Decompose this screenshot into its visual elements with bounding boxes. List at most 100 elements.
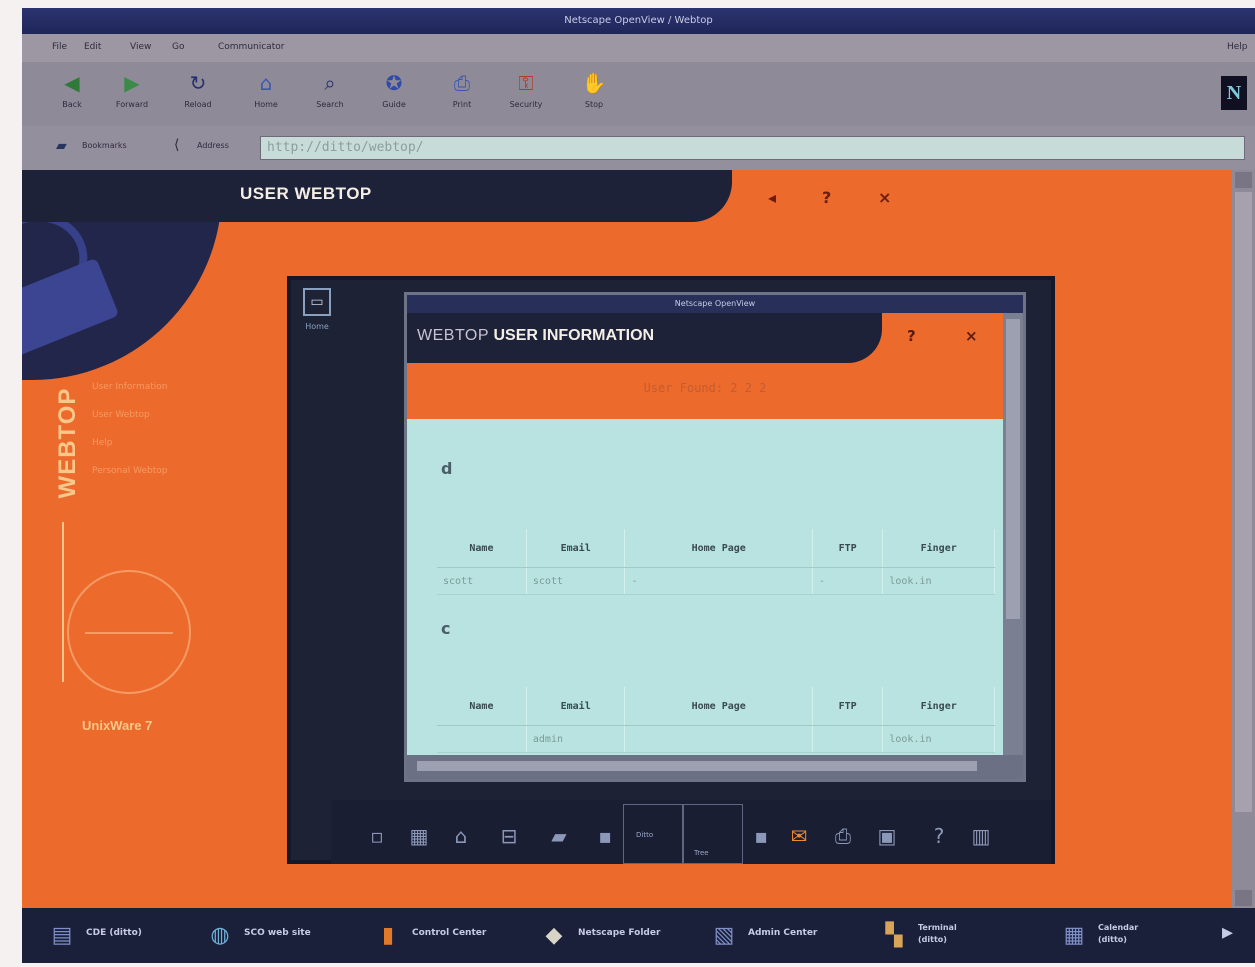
task-cde[interactable]: ▤ CDE (ditto) (46, 918, 196, 956)
window-icon[interactable]: ▫ (361, 820, 393, 852)
page-scrollbar[interactable] (1232, 170, 1255, 908)
admin-icon: ▧ (713, 923, 735, 948)
side-link-help[interactable]: Help (92, 438, 113, 448)
side-title: WEBTOP (54, 387, 81, 499)
window-title-bar[interactable]: Netscape OpenView (407, 295, 1023, 313)
folder-icon[interactable]: ▰ (543, 820, 575, 852)
lock-icon[interactable]: ▪ (589, 820, 621, 852)
home-button[interactable]: ⌂ Home (238, 70, 294, 130)
print-icon: ⎙ (454, 71, 470, 95)
bookmark-icon[interactable]: ▰ (56, 138, 74, 156)
lock-icon[interactable]: ▪ (745, 820, 777, 852)
window-vertical-scrollbar[interactable] (1003, 313, 1023, 755)
calendar-icon[interactable]: ▦ (403, 820, 435, 852)
menu-communicator[interactable]: Communicator (218, 42, 284, 52)
window-heading: WEBTOP USER INFORMATION (417, 327, 654, 345)
nav-toolbar: ◀ Back ▶ Forward ↻ Reload ⌂ Home ⌕ Searc… (22, 62, 1255, 134)
security-label: Security (509, 100, 543, 109)
col-ftp: FTP (812, 529, 884, 568)
side-link-user-information[interactable]: User Information (92, 382, 167, 392)
cell-finger[interactable]: look.in (882, 567, 995, 595)
side-divider (62, 522, 64, 682)
cell-ftp (812, 725, 884, 753)
cell-home-page: - (624, 567, 813, 595)
stop-icon: ✋ (581, 71, 607, 95)
table-row[interactable]: scott scott - - look.in (437, 567, 995, 595)
stop-label: Stop (584, 100, 604, 109)
menu-file[interactable]: File (52, 42, 67, 52)
reload-label: Reload (184, 100, 212, 109)
task-label: Calendar (ditto) (1098, 923, 1139, 944)
page-title: USER WEBTOP (240, 184, 372, 203)
window-header: WEBTOP USER INFORMATION ? × (407, 313, 1023, 363)
home-icon: ⌂ (259, 71, 273, 95)
menu-edit[interactable]: Edit (84, 42, 101, 52)
scroll-thumb[interactable] (1235, 192, 1252, 812)
guide-button[interactable]: ✪ Guide (366, 70, 422, 130)
search-label: Search (316, 100, 344, 109)
user-table: Name Email Home Page FTP Finger admin lo… (437, 687, 995, 753)
menu-view[interactable]: View (130, 42, 151, 52)
workspace-label: Ditto (636, 831, 654, 839)
heading-main: USER INFORMATION (493, 327, 655, 344)
help-icon[interactable]: ? (822, 188, 831, 207)
address-label: Address (197, 141, 229, 150)
search-button[interactable]: ⌕ Search (302, 70, 358, 130)
cell-name (437, 725, 527, 753)
location-icon: ⟨ (174, 137, 180, 153)
user-count-text: User Found: 2 2 2 (643, 381, 767, 395)
task-sco[interactable]: ◍ SCO web site (204, 918, 354, 956)
scroll-thumb[interactable] (1006, 319, 1020, 619)
scroll-up-icon[interactable] (1235, 172, 1252, 188)
security-button[interactable]: ⚿ Security (498, 70, 554, 130)
cell-ftp: - (812, 567, 884, 595)
inner-desktop: ▭ Home Netscape OpenView WEBTOP USER INF… (287, 276, 1055, 864)
table-row[interactable]: admin look.in (437, 725, 995, 753)
help-icon[interactable]: ? (923, 820, 955, 852)
menu-go[interactable]: Go (172, 42, 184, 52)
menu-help[interactable]: Help (1227, 42, 1248, 52)
window-help-icon[interactable]: ? (907, 327, 916, 345)
print-button[interactable]: ⎙ Print (434, 70, 490, 130)
scroll-right-icon[interactable]: ▸ (1222, 920, 1233, 945)
window-close-icon[interactable]: × (965, 327, 978, 345)
col-email: Email (526, 529, 626, 568)
desktop-home-shortcut[interactable]: ▭ Home (297, 288, 337, 344)
forward-button[interactable]: ▶ Forward (104, 70, 160, 130)
task-control-center[interactable]: ▮ Control Center (372, 918, 522, 956)
workspace-ditto[interactable]: Ditto (623, 804, 683, 864)
workspace-tree[interactable]: Tree (683, 804, 743, 864)
bookmarks-label[interactable]: Bookmarks (82, 141, 127, 150)
cell-email[interactable]: scott (526, 567, 626, 595)
scroll-thumb[interactable] (417, 761, 977, 771)
side-link-user-webtop[interactable]: User Webtop (92, 410, 150, 420)
globe-icon: ◍ (210, 923, 230, 948)
task-terminal[interactable]: ▚ Terminal (ditto) (878, 918, 1028, 956)
section-letter: d (441, 459, 453, 478)
back-button[interactable]: ◀ Back (44, 70, 100, 130)
forward-label: Forward (115, 100, 149, 109)
task-admin-center[interactable]: ▧ Admin Center (708, 918, 858, 956)
emblem-icon (67, 570, 191, 694)
scroll-down-icon[interactable] (1235, 890, 1252, 906)
cell-email[interactable]: admin (526, 725, 626, 753)
close-icon[interactable]: × (878, 188, 891, 207)
folder-icon: ◆ (545, 923, 563, 948)
task-netscape-folder[interactable]: ◆ Netscape Folder (538, 918, 698, 956)
url-input[interactable]: http://ditto/webtop/ (260, 136, 1245, 160)
task-calendar[interactable]: ▦ Calendar (ditto) (1058, 918, 1208, 956)
reload-button[interactable]: ↻ Reload (170, 70, 226, 130)
trash-icon[interactable]: ▥ (965, 820, 997, 852)
printer-icon[interactable]: ⎙ (827, 820, 859, 852)
cell-name: scott (437, 567, 527, 595)
building-icon[interactable]: ⌂ (445, 820, 477, 852)
cell-finger[interactable]: look.in (882, 725, 995, 753)
side-link-personal-webtop[interactable]: Personal Webtop (92, 466, 168, 476)
mail-icon[interactable]: ✉ (783, 820, 815, 852)
stop-button[interactable]: ✋ Stop (566, 70, 622, 130)
window-horizontal-scrollbar[interactable] (407, 755, 1023, 779)
control-center-icon: ▮ (381, 923, 395, 948)
back-icon[interactable]: ◂ (768, 188, 776, 207)
disk-icon[interactable]: ▣ (871, 820, 903, 852)
laptop-icon[interactable]: ⊟ (493, 820, 525, 852)
